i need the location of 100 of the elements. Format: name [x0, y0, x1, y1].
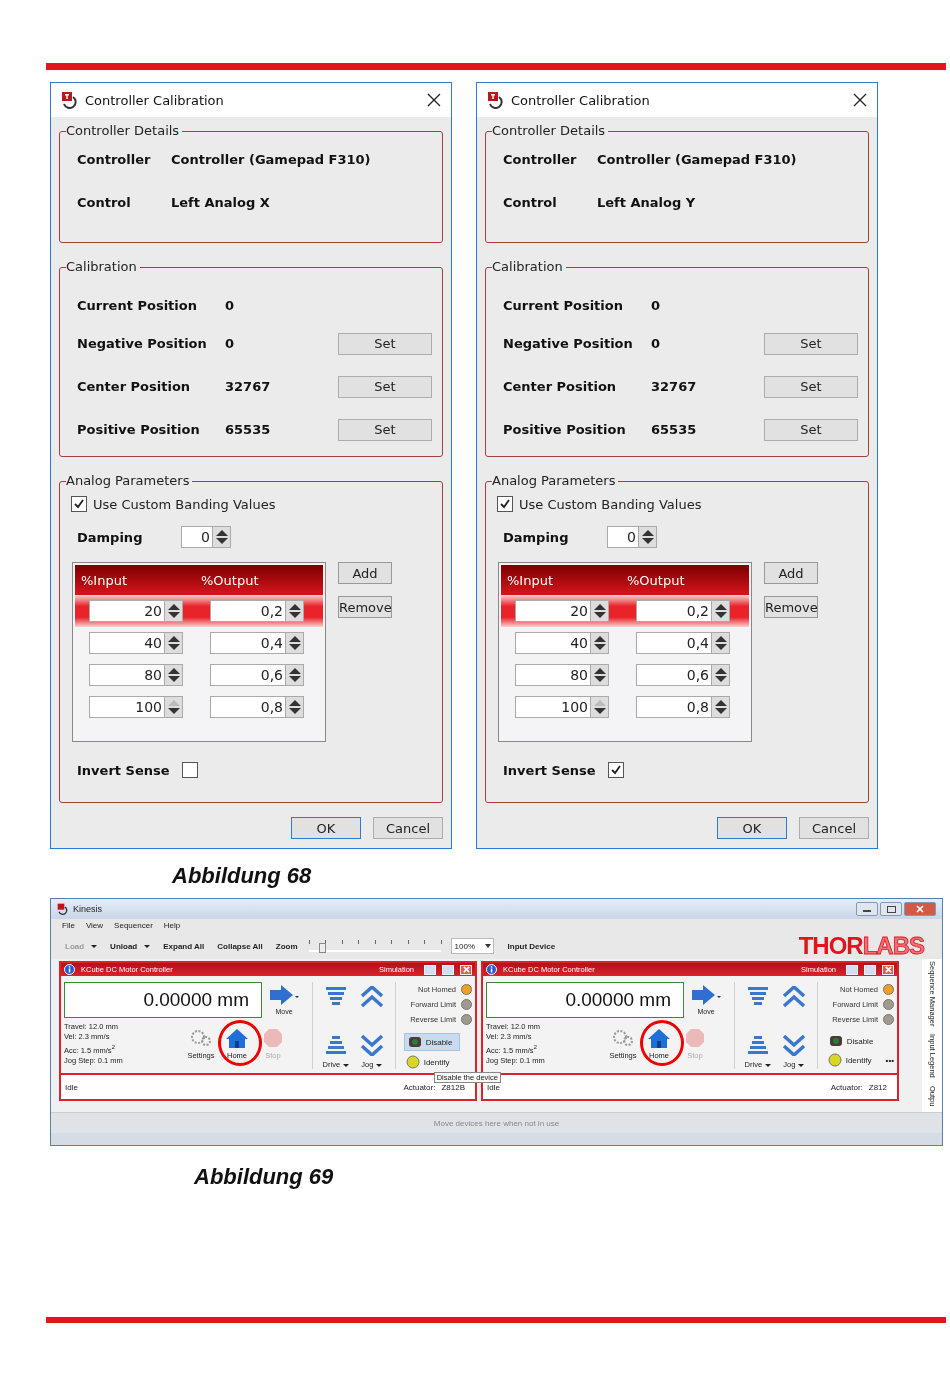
group-legend: Controller Details: [66, 123, 183, 138]
column-header: %Output: [627, 572, 685, 588]
output-spinner[interactable]: 0,2: [636, 600, 730, 622]
toolbar-button[interactable]: Unload: [110, 941, 151, 951]
checkbox[interactable]: [71, 496, 87, 512]
input-spinner[interactable]: 40: [515, 632, 609, 654]
disable-button[interactable]: Disable: [403, 1033, 460, 1051]
field-label: Positive Position: [503, 422, 627, 437]
chevron-down-icon: [781, 1034, 806, 1056]
input-spinner[interactable]: 40: [89, 632, 183, 654]
group-legend: Analog Parameters: [492, 473, 619, 488]
field-value: Left Analog Y: [597, 195, 696, 212]
table-row[interactable]: 40 0,4: [501, 627, 749, 659]
more-button[interactable]: •••: [885, 1055, 894, 1065]
identify-button[interactable]: Identify: [403, 1055, 450, 1069]
damping-spinner[interactable]: 0: [607, 526, 657, 548]
field-value: 0: [225, 297, 236, 313]
menu-item[interactable]: Help: [163, 921, 181, 933]
output-spinner[interactable]: 0,2: [210, 600, 304, 622]
input-spinner[interactable]: 100: [89, 696, 183, 718]
disable-button[interactable]: Disable: [825, 1033, 880, 1049]
window-icon[interactable]: [424, 964, 436, 975]
table-row[interactable]: 20 0,2: [501, 595, 749, 627]
menu-item[interactable]: Sequencer: [114, 921, 153, 933]
checkbox[interactable]: [497, 496, 513, 512]
set-button[interactable]: Set: [338, 375, 432, 398]
position-display: 0.00000 mm: [64, 982, 262, 1018]
input-spinner[interactable]: 80: [89, 664, 183, 686]
zoom-dropdown[interactable]: 100%: [450, 938, 494, 954]
table-row[interactable]: 80 0,6: [501, 659, 749, 691]
field-label: Negative Position: [77, 336, 208, 351]
dialog-button[interactable]: Cancel: [799, 817, 869, 839]
table-row[interactable]: 20 0,2: [75, 595, 323, 627]
checkbox[interactable]: [608, 762, 624, 778]
table-row[interactable]: 100 0,8: [501, 691, 749, 723]
info-icon[interactable]: [486, 964, 497, 975]
add-button[interactable]: Add: [338, 562, 392, 584]
window-icon[interactable]: [442, 964, 454, 975]
app-icon: [61, 91, 79, 109]
bars-icon[interactable]: [746, 986, 769, 1008]
menu-item[interactable]: View: [85, 921, 104, 933]
field-label: Damping: [77, 529, 144, 545]
field-label: Invert Sense: [77, 762, 171, 778]
set-button[interactable]: Set: [764, 375, 858, 398]
output-spinner[interactable]: 0,6: [210, 664, 304, 686]
output-spinner[interactable]: 0,8: [636, 696, 730, 718]
close-icon[interactable]: [853, 93, 867, 107]
group-legend: Calibration: [66, 259, 140, 274]
stop-icon: [683, 1028, 707, 1048]
maximize-icon[interactable]: [880, 902, 902, 916]
table-row[interactable]: 100 0,8: [75, 691, 323, 723]
field-value: 32767: [225, 379, 272, 394]
set-button[interactable]: Set: [338, 332, 432, 355]
minimize-icon[interactable]: [856, 902, 878, 916]
field-value: 0: [651, 297, 662, 313]
input-spinner[interactable]: 80: [515, 664, 609, 686]
zoom-label: Zoom: [275, 941, 298, 951]
field-value: 32767: [651, 379, 698, 394]
field-label: Center Position: [503, 379, 618, 394]
window-icon[interactable]: [864, 964, 876, 975]
bars-icon[interactable]: [324, 986, 347, 1008]
zoom-slider[interactable]: [308, 940, 441, 952]
close-icon[interactable]: [427, 93, 441, 107]
dialog-button[interactable]: Cancel: [373, 817, 443, 839]
remove-button[interactable]: Remove: [764, 596, 818, 618]
damping-spinner[interactable]: 0: [181, 526, 231, 548]
identify-button[interactable]: Identify: [825, 1053, 872, 1067]
output-spinner[interactable]: 0,8: [210, 696, 304, 718]
dialog-button[interactable]: OK: [717, 817, 787, 839]
set-button[interactable]: Set: [338, 418, 432, 441]
toolbar-button[interactable]: Collapse All: [217, 941, 263, 951]
set-button[interactable]: Set: [764, 418, 858, 441]
add-button[interactable]: Add: [764, 562, 818, 584]
input-spinner[interactable]: 100: [515, 696, 609, 718]
toolbar-button[interactable]: Expand All: [163, 941, 205, 951]
input-spinner[interactable]: 20: [89, 600, 183, 622]
arrow-icon: [691, 984, 721, 1006]
dialog-button[interactable]: OK: [291, 817, 361, 839]
checkbox[interactable]: [182, 762, 198, 778]
chevron-up-icon[interactable]: [781, 986, 806, 1008]
output-spinner[interactable]: 0,4: [210, 632, 304, 654]
output-spinner[interactable]: 0,4: [636, 632, 730, 654]
info-icon[interactable]: [64, 964, 75, 975]
actuator-value: Z812B: [441, 1082, 465, 1092]
output-spinner[interactable]: 0,6: [636, 664, 730, 686]
window-icon[interactable]: [846, 964, 858, 975]
table-row[interactable]: 80 0,6: [75, 659, 323, 691]
menu-item[interactable]: File: [62, 921, 75, 933]
window-title: Controller Calibration: [511, 92, 651, 108]
toolbar-button[interactable]: Input Device: [507, 941, 556, 951]
set-button[interactable]: Set: [764, 332, 858, 355]
slider-thumb[interactable]: [318, 943, 326, 953]
field-value: 65535: [225, 422, 272, 437]
remove-button[interactable]: Remove: [338, 596, 392, 618]
motor-icon: [407, 1036, 422, 1048]
table-row[interactable]: 40 0,4: [75, 627, 323, 659]
actuator-value: Z812: [868, 1082, 887, 1092]
input-spinner[interactable]: 20: [515, 600, 609, 622]
field-label: Control: [77, 195, 132, 212]
chevron-up-icon[interactable]: [359, 986, 384, 1008]
